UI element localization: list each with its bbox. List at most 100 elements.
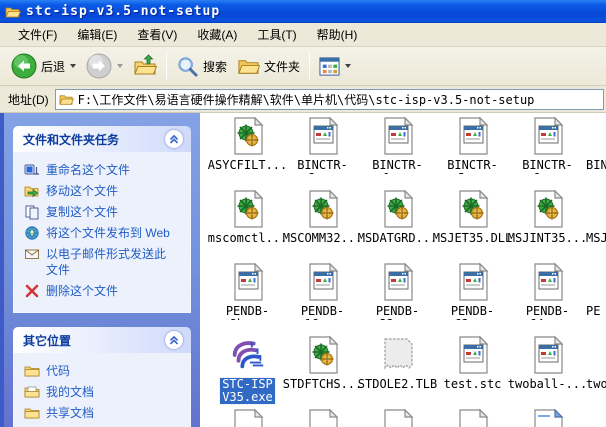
file-item[interactable]: STDOLE2.TLB	[360, 336, 435, 409]
file-item[interactable]: mscomctl...	[210, 190, 285, 263]
file-item[interactable]: BINCTR-1...	[360, 117, 435, 190]
dll-file-icon	[304, 189, 342, 229]
window-title: stc-isp-v3.5-not-setup	[26, 4, 220, 19]
sidebar-task-item[interactable]: 共享文档	[24, 405, 182, 421]
views-icon	[319, 56, 340, 77]
file-item[interactable]: MSJINT35...	[510, 190, 585, 263]
app-file-icon	[304, 262, 342, 302]
sidebar-task-item[interactable]: 移动这个文件	[24, 183, 182, 199]
search-button[interactable]: 搜索	[171, 50, 232, 82]
file-item[interactable]: PENDB-16...	[285, 263, 360, 336]
file-tasks-panel: 文件和文件夹任务 重命名这个文件 移动这个文件 复制这个文件 将这个文件发布到 …	[13, 126, 191, 313]
file-item[interactable]: BIN	[585, 117, 606, 190]
forward-button[interactable]	[81, 50, 128, 82]
window-folder-icon	[5, 4, 21, 20]
file-item[interactable]: MSDATGRD...	[360, 190, 435, 263]
file-label: PENDB-8k...	[210, 305, 285, 320]
folders-button[interactable]: 文件夹	[232, 50, 305, 82]
file-item[interactable]: PENDB-32...	[360, 263, 435, 336]
file-item[interactable]	[285, 409, 360, 427]
file-item[interactable]: MSJET35.DLL	[435, 190, 510, 263]
file-item[interactable]: BINCTR-3...	[435, 117, 510, 190]
file-item[interactable]: two	[585, 336, 606, 409]
file-label: MSCOMM32...	[283, 232, 362, 245]
views-button[interactable]	[314, 50, 356, 82]
collapse-chevron-icon[interactable]	[165, 331, 183, 349]
file-item[interactable]: PENDB-8k...	[210, 263, 285, 336]
sidebar-task-item[interactable]: 删除这个文件	[24, 283, 182, 299]
file-item[interactable]: twoball-...	[510, 336, 585, 409]
other-places-header[interactable]: 其它位置	[13, 327, 191, 353]
other-places-list: 代码 我的文档 共享文档 我的电脑	[13, 353, 191, 427]
stc-file-icon	[229, 335, 267, 375]
doc-file-icon	[304, 408, 342, 427]
file-label: PENDB-62...	[435, 305, 510, 320]
other-places-panel: 其它位置 代码 我的文档 共享文档 我的电脑	[13, 327, 191, 427]
file-label: mscomctl...	[208, 232, 287, 245]
sidebar-task-item[interactable]: 将这个文件发布到 Web	[24, 225, 182, 241]
up-folder-icon	[133, 54, 157, 78]
sidebar: 文件和文件夹任务 重命名这个文件 移动这个文件 复制这个文件 将这个文件发布到 …	[4, 113, 200, 427]
sidebar-task-item[interactable]: 我的文档	[24, 384, 182, 400]
sidebar-task-item[interactable]: 代码	[24, 363, 182, 379]
collapse-chevron-icon[interactable]	[165, 130, 183, 148]
file-item[interactable]	[510, 409, 585, 427]
file-label: BINCTR-8...	[285, 159, 360, 174]
address-input-wrap	[55, 89, 604, 110]
file-item[interactable]: PENDB-62...	[435, 263, 510, 336]
sidebar-task-item[interactable]: 重命名这个文件	[24, 162, 182, 178]
menu-item-5[interactable]: 帮助(H)	[307, 23, 368, 46]
app-file-icon	[379, 262, 417, 302]
file-item[interactable]: STDFTCHS...	[285, 336, 360, 409]
app-file-icon	[529, 262, 567, 302]
tlb-file-icon	[379, 335, 417, 375]
file-item[interactable]: BINCTR-8...	[285, 117, 360, 190]
address-folder-icon	[59, 92, 74, 107]
file-item[interactable]: ASYCFILT...	[210, 117, 285, 190]
file-item[interactable]: MSJ	[585, 190, 606, 263]
menu-item-0[interactable]: 文件(F)	[8, 23, 67, 46]
app-file-icon	[229, 262, 267, 302]
back-label: 后退	[41, 58, 65, 75]
file-label: STC-ISP V35.exe	[220, 378, 275, 404]
forward-dropdown-caret[interactable]	[117, 64, 123, 68]
views-dropdown-caret[interactable]	[345, 64, 351, 68]
dll-file-icon	[454, 189, 492, 229]
sidebar-task-item[interactable]: 以电子邮件形式发送此文件	[24, 246, 182, 278]
file-item[interactable]	[435, 409, 510, 427]
file-item[interactable]: MSCOMM32...	[285, 190, 360, 263]
up-button[interactable]	[128, 50, 162, 82]
file-item[interactable]: STC-ISP V35.exe	[210, 336, 285, 409]
menu-item-1[interactable]: 编辑(E)	[67, 23, 127, 46]
file-item[interactable]	[210, 409, 285, 427]
file-item[interactable]: PENDB-64...	[510, 263, 585, 336]
search-label: 搜索	[203, 58, 227, 75]
file-label: MSJ	[585, 232, 606, 245]
file-label: MSJET35.DLL	[433, 232, 512, 245]
address-bar: 地址(D)	[0, 86, 606, 113]
file-item[interactable]	[360, 409, 435, 427]
menu-item-3[interactable]: 收藏(A)	[187, 23, 247, 46]
publish-icon	[24, 225, 40, 241]
file-list-area[interactable]: ASYCFILT... BINCTR-8... BINCTR-1... BINC…	[200, 113, 606, 427]
dll-file-icon	[529, 189, 567, 229]
file-label: BINCTR-3...	[435, 159, 510, 174]
file-label: twoball-...	[508, 378, 587, 391]
dll-file-icon	[229, 116, 267, 156]
file-tasks-header[interactable]: 文件和文件夹任务	[13, 126, 191, 152]
sidebar-task-item[interactable]: 复制这个文件	[24, 204, 182, 220]
file-item[interactable]: test.stc	[435, 336, 510, 409]
menu-item-2[interactable]: 查看(V)	[127, 23, 187, 46]
back-button[interactable]: 后退	[6, 50, 81, 82]
file-item[interactable]: BINCTR-6...	[510, 117, 585, 190]
address-input[interactable]	[78, 92, 603, 106]
file-item[interactable]: PE	[585, 263, 606, 336]
back-dropdown-caret[interactable]	[70, 64, 76, 68]
toolbar: 后退 搜索 文件夹	[0, 47, 606, 86]
file-label: test.stc	[444, 378, 502, 391]
menu-item-4[interactable]: 工具(T)	[247, 23, 306, 46]
file-label: two	[585, 378, 606, 391]
forward-icon	[86, 53, 112, 79]
move-icon	[24, 183, 40, 199]
folders-label: 文件夹	[264, 58, 300, 75]
